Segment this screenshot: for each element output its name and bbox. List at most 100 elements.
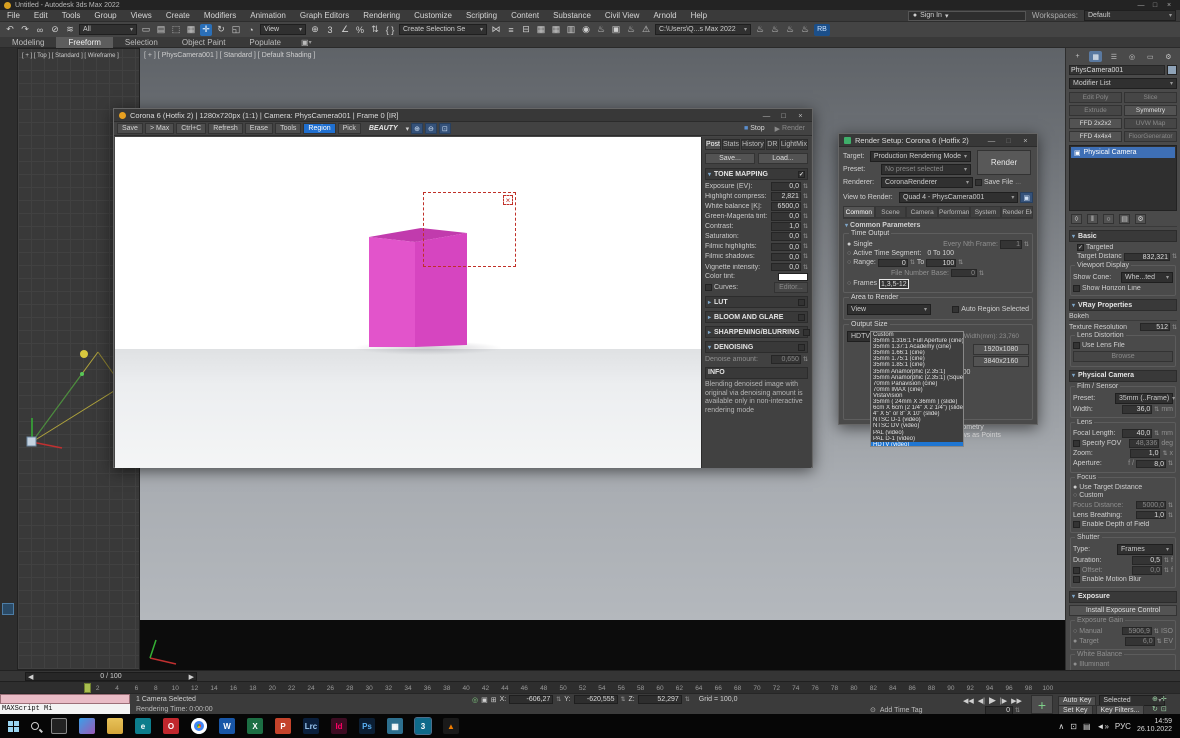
vfb-to-max-button[interactable]: > Max <box>144 123 175 134</box>
use-pivot-icon[interactable]: ⊕ <box>309 24 321 36</box>
spinner-icon[interactable]: ⇅ <box>803 356 808 363</box>
maximize-button[interactable]: □ <box>1148 2 1162 9</box>
modifier-button[interactable]: FloorGenerator <box>1124 131 1177 142</box>
spinner-icon[interactable]: ⇅ <box>621 696 626 703</box>
render-iterative-icon[interactable]: ♨ <box>754 24 766 36</box>
spinner-icon[interactable]: ⇅ <box>803 233 808 240</box>
render-pass-select[interactable]: BEAUTY <box>369 125 398 132</box>
spinner-icon[interactable]: ⇅ <box>803 264 808 271</box>
ribbon-tab[interactable]: Object Paint <box>170 37 238 48</box>
browse-button[interactable]: Browse <box>1073 350 1173 362</box>
modifier-button[interactable]: FFD 4x4x4 <box>1069 131 1122 142</box>
tone-param-field[interactable]: 0,0 <box>770 182 801 191</box>
rollout-checkbox[interactable] <box>798 313 805 321</box>
spinner-icon[interactable]: ⇅ <box>1168 512 1173 519</box>
tone-param-field[interactable]: 2,821 <box>770 192 801 201</box>
tray-chevron-icon[interactable]: ∧ <box>1058 722 1064 731</box>
render-gallery-icon[interactable]: ♨ <box>799 24 811 36</box>
spinner-icon[interactable]: ⇅ <box>803 253 808 260</box>
prev-frame-icon[interactable]: ◀| <box>978 697 985 705</box>
menu-item[interactable]: Modifiers <box>197 11 243 20</box>
target-select[interactable]: Production Rendering Mode ▾ <box>869 151 971 162</box>
viewport-layout-tab[interactable] <box>2 603 14 615</box>
vfb-copy-button[interactable]: Ctrl+C <box>176 123 207 134</box>
vfb-tools-button[interactable]: Tools <box>275 123 302 134</box>
go-to-end-icon[interactable]: ▶▶ <box>1011 697 1022 705</box>
iso-field[interactable]: 5906,9 <box>1121 626 1152 636</box>
motion-tab-icon[interactable]: ◎ <box>1126 51 1139 62</box>
targeted-checkbox[interactable]: ✓ <box>1077 244 1084 251</box>
rectangular-selection-icon[interactable]: ⬚ <box>170 24 182 36</box>
ribbon-tab[interactable]: Selection <box>113 37 170 48</box>
zoom-fit-icon[interactable]: ⊡ <box>438 123 451 134</box>
spinner-icon[interactable]: ⇅ <box>1172 253 1177 260</box>
range-radio[interactable]: ○ <box>847 259 851 266</box>
denoising-checkbox[interactable] <box>798 343 805 351</box>
ribbon-toggle-icon[interactable]: ▦ <box>535 24 547 36</box>
active-segment-radio[interactable]: ○ <box>847 250 851 257</box>
vfb-collapsed-rollout[interactable]: ▸ SHARPENING/BLURRING <box>705 326 810 339</box>
focus-distance-field[interactable]: 5000,0 <box>1135 500 1166 510</box>
unlink-selection-icon[interactable]: ⊘ <box>49 24 61 36</box>
pin-stack-icon[interactable]: ◊ <box>1071 214 1082 224</box>
vfb-titlebar[interactable]: Corona 6 (Hotfix 2) | 1280x720px (1:1) |… <box>114 109 812 122</box>
photoshop-icon[interactable]: Ps <box>359 718 375 734</box>
menu-item[interactable]: Civil View <box>598 11 647 20</box>
enable-dof-checkbox[interactable] <box>1073 521 1080 528</box>
vfb-tab[interactable]: Post <box>705 139 722 150</box>
ribbon-camera-icon[interactable]: ▣ <box>301 38 309 47</box>
calculator-icon[interactable]: ▦ <box>387 718 403 734</box>
spinner-icon[interactable]: ⇅ <box>1164 567 1169 574</box>
tone-param-field[interactable]: 0,0 <box>770 232 801 241</box>
tone-param-field[interactable]: 0,0 <box>770 212 801 221</box>
vfb-save-button[interactable]: Save <box>117 123 143 134</box>
chrome-icon[interactable] <box>191 718 207 734</box>
volume-icon[interactable]: ◄» <box>1097 722 1109 731</box>
spinner-icon[interactable]: ⇅ <box>1154 406 1159 413</box>
rb-plugin-icon[interactable]: RB <box>814 23 830 36</box>
viewport-lock-icon[interactable]: ▣ <box>1020 192 1033 203</box>
close-button[interactable]: × <box>1019 136 1032 145</box>
maximize-button[interactable]: □ <box>1002 136 1015 145</box>
frame-back-icon[interactable]: ◀ <box>26 673 35 681</box>
hierarchy-tab-icon[interactable]: ☰ <box>1107 51 1120 62</box>
edge-icon[interactable]: e <box>135 718 151 734</box>
use-lens-file-checkbox[interactable] <box>1073 342 1080 350</box>
time-slider[interactable]: ◀ 0 / 100 ▶ <box>0 670 1180 681</box>
maximize-button[interactable]: □ <box>777 111 790 120</box>
next-frame-icon[interactable]: |▶ <box>1000 697 1007 705</box>
menu-item[interactable]: Arnold <box>646 11 683 20</box>
ribbon-tab[interactable]: Modeling <box>0 37 56 48</box>
frames-radio[interactable]: ○ <box>847 280 851 287</box>
frames-field[interactable]: 1,3,5-12 <box>878 278 909 289</box>
vray-rollout-header[interactable]: VRay Properties <box>1078 302 1132 309</box>
vfb-load-settings-button[interactable]: Load... <box>758 153 808 164</box>
modifier-button[interactable]: Slice <box>1124 92 1177 103</box>
render-image[interactable]: × <box>115 137 704 468</box>
install-exposure-button[interactable]: Install Exposure Control <box>1069 604 1177 616</box>
res-3840-button[interactable]: 3840x2160 <box>973 356 1029 368</box>
ribbon-tab[interactable]: Populate <box>237 37 293 48</box>
viewport-top-label[interactable]: [ + ] [ Top ] [ Standard ] [ Wireframe ] <box>22 53 119 59</box>
file-explorer-icon[interactable] <box>107 718 123 734</box>
spinner-icon[interactable]: ⇅ <box>1168 502 1173 509</box>
vfb-collapsed-rollout[interactable]: ▸ BLOOM AND GLARE <box>705 311 808 324</box>
modifier-stack[interactable]: ▣ Physical Camera <box>1069 145 1177 211</box>
photos-icon[interactable] <box>79 718 95 734</box>
new-key-button[interactable]: + <box>1031 695 1053 714</box>
target-radio[interactable]: ● <box>1073 638 1077 645</box>
tone-param-field[interactable]: 6500,0 <box>770 202 801 211</box>
menu-item[interactable]: Customize <box>407 11 459 20</box>
output-size-option[interactable]: HDTV (video) <box>871 441 963 446</box>
spinner-icon[interactable]: ⇅ <box>685 696 690 703</box>
signin-button[interactable]: ● Sign In ▾ <box>907 10 1026 21</box>
task-view-icon[interactable] <box>51 718 67 734</box>
zoom-extents-icon[interactable]: ⊕ <box>1152 695 1158 703</box>
render-setup-tab[interactable]: Camera <box>906 206 939 218</box>
time-slider-box[interactable]: ◀ 0 / 100 ▶ <box>25 672 197 681</box>
menu-item[interactable]: Animation <box>243 11 293 20</box>
viewport-camera-label[interactable]: [ + ] [ PhysCamera001 ] [ Standard ] [ D… <box>144 52 315 59</box>
vfb-render-button[interactable]: ▶ Render <box>771 123 809 134</box>
rendered-frame-window-icon[interactable]: ▣ <box>610 24 622 36</box>
vfb-region-button[interactable]: Region <box>303 123 336 134</box>
